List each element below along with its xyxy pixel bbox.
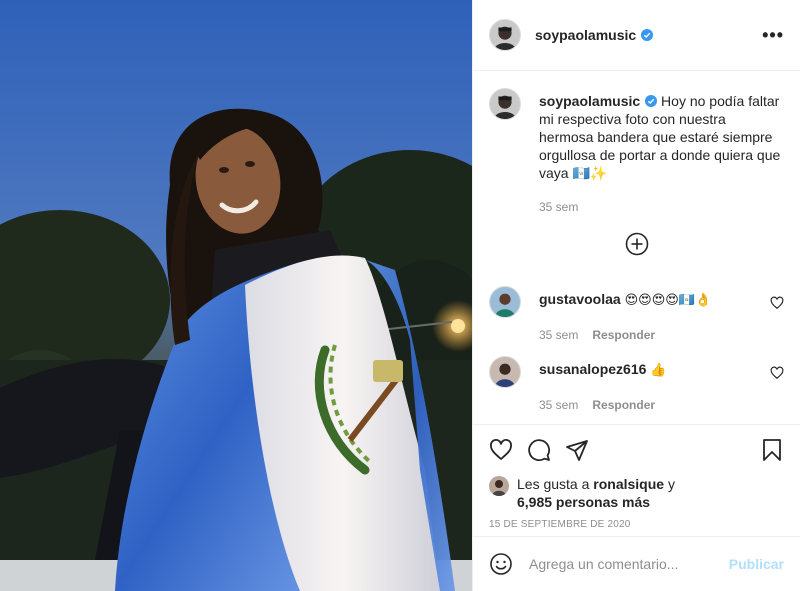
comment-icon[interactable]: [527, 438, 551, 462]
comment-input[interactable]: [529, 556, 729, 572]
commenter-avatar[interactable]: [489, 286, 521, 318]
comment-time: 35 sem: [539, 328, 579, 342]
load-more-icon[interactable]: [625, 232, 649, 256]
action-bar: [489, 437, 784, 463]
comment-like-icon[interactable]: [770, 366, 784, 380]
actions-section: Les gusta a ronalsique y 6,985 personas …: [473, 424, 800, 530]
comment-username[interactable]: gustavoolaa: [539, 291, 621, 307]
comment-like-icon[interactable]: [770, 296, 784, 310]
liker-username[interactable]: ronalsique: [593, 476, 664, 492]
verified-icon: [645, 95, 658, 107]
instagram-post: soypaolamusic ••• soypaolamusic Hoy no p…: [0, 0, 800, 591]
caption-body: soypaolamusic Hoy no podía faltar mi res…: [539, 88, 784, 216]
heart-icon[interactable]: [489, 438, 513, 462]
share-icon[interactable]: [565, 438, 589, 462]
post-photo[interactable]: [0, 0, 472, 591]
save-icon[interactable]: [760, 438, 784, 462]
photo-illustration: [0, 0, 472, 591]
likes-connector: y: [664, 476, 675, 492]
comment-body: gustavoolaa 😍😍😍😍🇬🇹👌 35 sem Responder: [539, 286, 770, 344]
likes-summary: Les gusta a ronalsique y 6,985 personas …: [489, 475, 784, 511]
author-username[interactable]: soypaolamusic: [535, 27, 636, 43]
comment-text: 😍😍😍😍🇬🇹👌: [624, 293, 712, 308]
author-avatar[interactable]: [489, 19, 521, 51]
caption-avatar[interactable]: [489, 88, 521, 120]
comment-body: susanalopez616 👍 35 sem Responder: [539, 356, 770, 414]
verified-icon: [641, 29, 654, 41]
publish-button[interactable]: Publicar: [729, 556, 784, 572]
liker-avatar[interactable]: [489, 476, 509, 496]
likes-others[interactable]: 6,985 personas más: [517, 494, 650, 510]
reply-button[interactable]: Responder: [592, 326, 655, 344]
emoji-icon[interactable]: [489, 552, 513, 576]
caption: soypaolamusic Hoy no podía faltar mi res…: [489, 88, 784, 216]
comment-text: 👍: [650, 363, 667, 378]
post-header: soypaolamusic •••: [473, 0, 800, 71]
comment-username[interactable]: susanalopez616: [539, 361, 646, 377]
comment-item: gustavoolaa 😍😍😍😍🇬🇹👌 35 sem Responder: [489, 286, 784, 344]
commenter-avatar[interactable]: [489, 356, 521, 388]
load-more-comments[interactable]: [473, 232, 800, 256]
comment-item: susanalopez616 👍 35 sem Responder: [489, 356, 784, 414]
comment-time: 35 sem: [539, 398, 579, 412]
likes-text: Les gusta a ronalsique y 6,985 personas …: [517, 475, 675, 511]
likes-prefix: Les gusta a: [517, 476, 594, 492]
comment-composer: Publicar: [473, 536, 800, 591]
comments-section: soypaolamusic Hoy no podía faltar mi res…: [473, 72, 800, 424]
post-details-panel: soypaolamusic ••• soypaolamusic Hoy no p…: [472, 0, 800, 591]
post-date: 15 DE SEPTIEMBRE DE 2020: [489, 519, 631, 530]
more-icon[interactable]: •••: [762, 25, 784, 46]
reply-button[interactable]: Responder: [592, 396, 655, 414]
caption-username[interactable]: soypaolamusic: [539, 93, 640, 109]
caption-time: 35 sem: [539, 200, 579, 214]
